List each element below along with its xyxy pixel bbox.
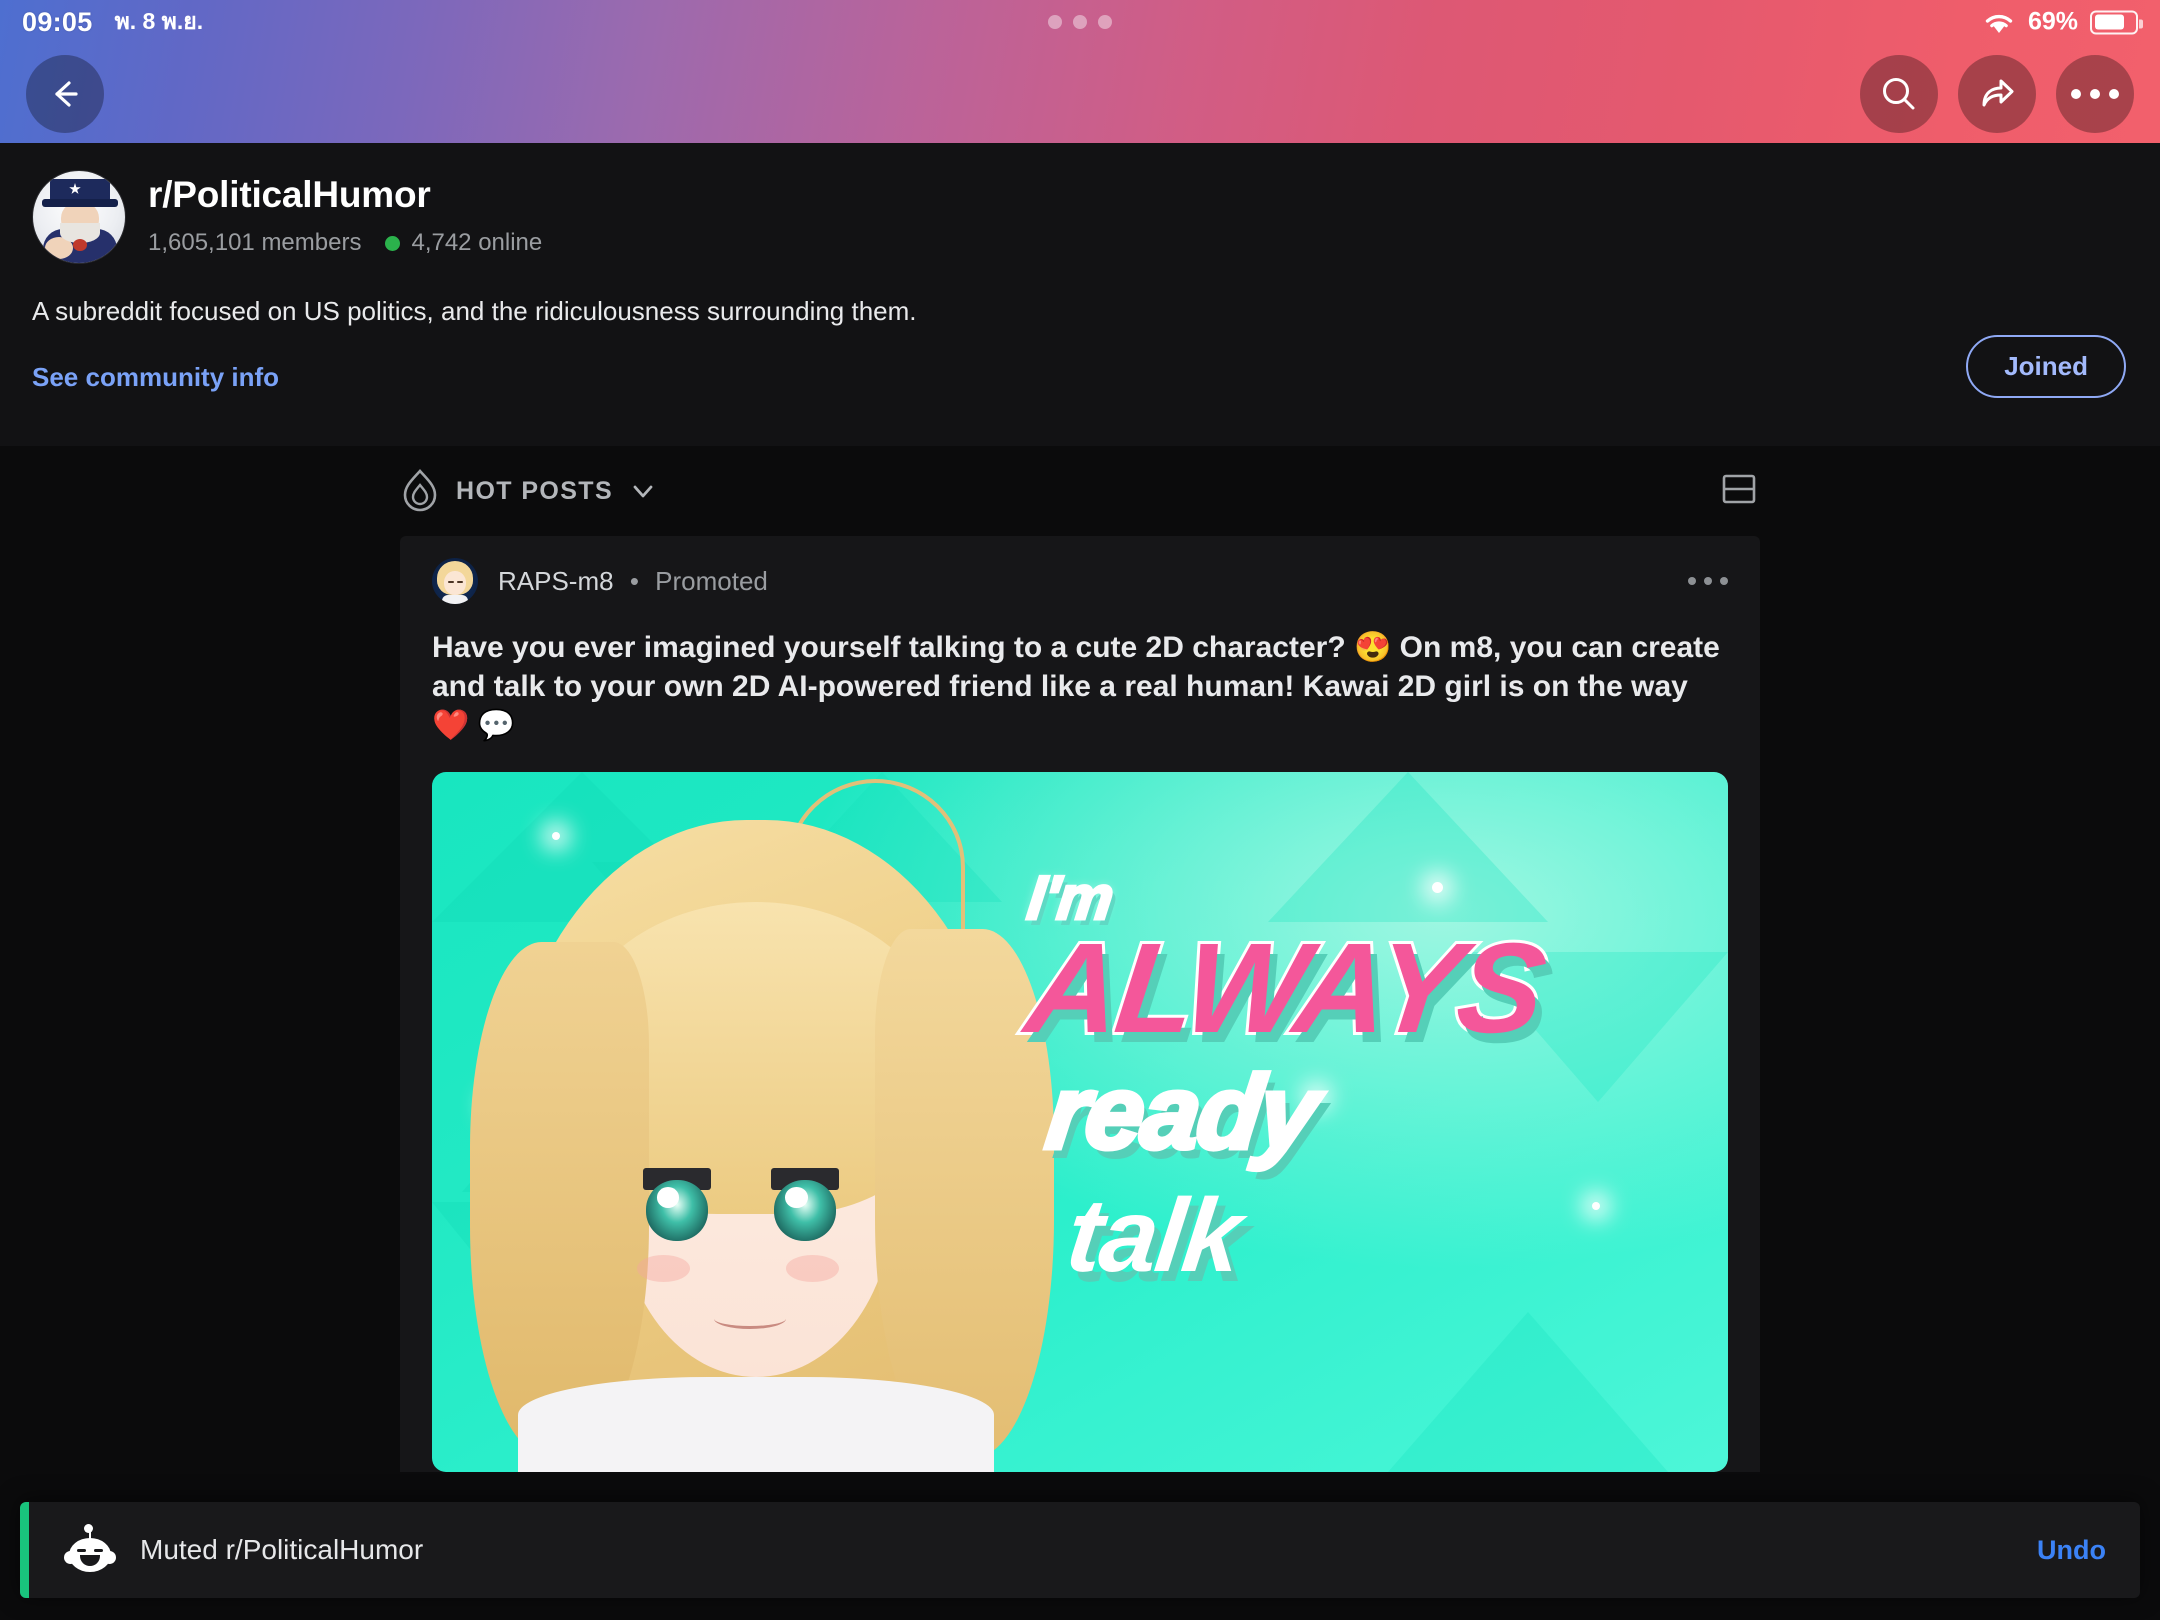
post-promoted-label: Promoted	[655, 565, 768, 596]
snackbar: Muted r/PoliticalHumor Undo	[20, 1502, 2140, 1598]
post-overflow-button[interactable]	[1688, 577, 1728, 585]
community-meta: r/PoliticalHumor 1,605,101 members 4,742…	[148, 170, 542, 257]
app-screen: 09:05 พ. 8 พ.ย. 69% r/PoliticalHumor 1,6…	[0, 0, 2160, 1620]
sort-selector[interactable]: HOT POSTS	[400, 468, 657, 514]
post-media-image[interactable]: I'm ALWAYS ready talk	[432, 772, 1728, 1472]
battery-percent: 69%	[2027, 7, 2078, 36]
reddit-snoo-icon	[64, 1524, 116, 1574]
share-icon	[1982, 79, 2014, 106]
status-date: พ. 8 พ.ย.	[114, 8, 204, 34]
status-bar: 09:05 พ. 8 พ.ย. 69%	[0, 0, 2160, 44]
community-name: r/PoliticalHumor	[148, 174, 431, 215]
back-arrow-icon	[55, 80, 78, 107]
card-layout-icon	[1722, 474, 1756, 503]
community-header: r/PoliticalHumor 1,605,101 members 4,742…	[0, 143, 2160, 446]
bg-triangle	[1388, 1312, 1668, 1472]
joined-button[interactable]: Joined	[1966, 335, 2126, 398]
back-button[interactable]	[26, 54, 104, 133]
nav-row	[0, 44, 2160, 143]
community-description: A subreddit focused on US politics, and …	[32, 296, 917, 326]
status-right-cluster: 69%	[1982, 7, 2143, 37]
more-horizontal-icon	[2071, 88, 2119, 99]
sort-bar: HOT POSTS	[400, 446, 1760, 536]
flame-icon	[403, 469, 437, 512]
nav-actions	[1860, 54, 2134, 133]
community-stats: 1,605,101 members 4,742 online	[148, 229, 542, 257]
snackbar-accent-bar	[20, 1502, 29, 1598]
top-gradient-bar: 09:05 พ. 8 พ.ย. 69%	[0, 0, 2160, 143]
overflow-menu-button[interactable]	[2056, 54, 2134, 133]
ad-headline: I'm ALWAYS ready talk	[1016, 863, 1728, 1296]
feed: HOT POSTS RAPS-m8 • Promoted Have you ev…	[0, 446, 2160, 1620]
ad-line-4: talk	[1061, 1177, 1247, 1294]
search-icon	[1883, 77, 1915, 109]
ad-line-3: ready	[1039, 1052, 1326, 1173]
post-author-name[interactable]: RAPS-m8	[498, 566, 614, 596]
post-title: Have you ever imagined yourself talking …	[432, 631, 1720, 742]
anime-girl-avatar[interactable]	[432, 558, 478, 604]
search-button[interactable]	[1860, 54, 1938, 133]
online-count: 4,742 online	[411, 229, 543, 256]
online-dot-icon	[385, 235, 401, 251]
ad-line-2: ALWAYS	[1016, 914, 1553, 1063]
anime-character-illustration	[458, 779, 1055, 1472]
see-community-info-link[interactable]: See community info	[0, 362, 2160, 393]
post-separator: •	[629, 565, 639, 596]
community-top-row: r/PoliticalHumor 1,605,101 members 4,742…	[0, 143, 2160, 264]
uncle-sam-avatar[interactable]	[32, 170, 126, 264]
recording-dots-icon	[1048, 15, 1112, 29]
snackbar-message: Muted r/PoliticalHumor	[140, 1534, 424, 1565]
wifi-icon	[1985, 14, 2013, 33]
layout-toggle-button[interactable]	[1718, 468, 1760, 515]
sort-label: HOT POSTS	[456, 476, 614, 505]
snackbar-undo-button[interactable]: Undo	[2037, 1535, 2106, 1566]
battery-icon	[2090, 10, 2143, 34]
chevron-down-icon	[633, 485, 653, 498]
share-button[interactable]	[1958, 54, 2036, 133]
member-count: 1,605,101 members	[148, 229, 362, 256]
post-header: RAPS-m8 • Promoted	[400, 558, 1760, 604]
post-card[interactable]: RAPS-m8 • Promoted Have you ever imagine…	[400, 536, 1760, 1472]
post-author-line: RAPS-m8 • Promoted	[498, 566, 768, 597]
status-time: 09:05	[22, 6, 93, 37]
